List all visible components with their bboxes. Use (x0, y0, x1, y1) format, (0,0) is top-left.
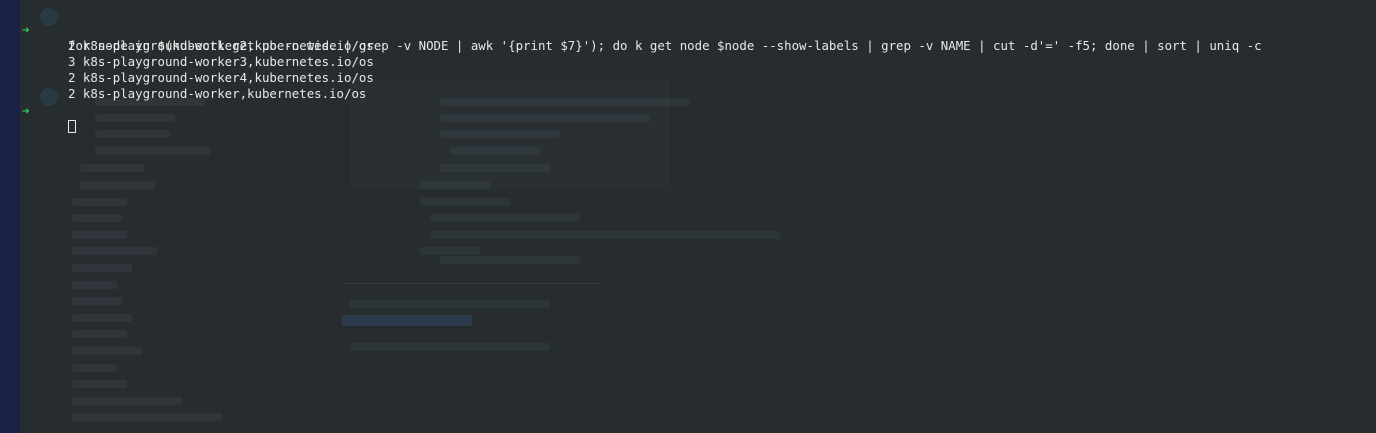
output-line: 3 k8s-playground-worker3,kubernetes.io/o… (20, 38, 1376, 69)
window-edge (0, 0, 20, 433)
ghost-tree-line (72, 297, 122, 305)
ghost-code-line (440, 114, 650, 122)
ghost-tree-line (72, 330, 127, 338)
ghost-code-line (440, 130, 560, 138)
ghost-code-line (450, 147, 540, 155)
ghost-code-line (420, 247, 480, 255)
ghost-tree-line (80, 164, 145, 172)
ghost-code-line (430, 231, 780, 239)
ghost-tree-line (72, 413, 222, 421)
ghost-code-line (440, 256, 580, 264)
ghost-tree-line (72, 264, 132, 272)
ghost-code-line (420, 181, 490, 189)
ghost-code-line (420, 198, 510, 206)
ghost-tree-line (95, 114, 175, 122)
ghost-tree-line (72, 231, 127, 239)
output-line: 2 k8s-playground-worker2,kubernetes.io/o… (20, 22, 1376, 53)
input-area[interactable] (68, 119, 76, 135)
ghost-tree-line (95, 130, 170, 138)
ghost-tree-line (72, 281, 117, 289)
ghost-tree-line (72, 214, 122, 222)
command-line: ➜ for node in $(kubectl get po -o wide |… (20, 6, 1376, 53)
ghost-tree-line (72, 247, 157, 255)
ghost-code-line (350, 300, 550, 308)
prompt-arrow-icon: ➜ (22, 103, 30, 118)
output-line: 2 k8s-playground-worker4,kubernetes.io/o… (20, 54, 1376, 85)
terminal-window[interactable]: ➜ for node in $(kubectl get po -o wide |… (20, 0, 1376, 433)
ghost-code-line (440, 164, 550, 172)
ghost-tree-line (72, 314, 132, 322)
ghost-tree-line (72, 198, 127, 206)
ghost-tree-line (95, 147, 210, 155)
ghost-tab-bar (342, 283, 602, 284)
ghost-tree-line (72, 347, 142, 355)
ghost-code-line (350, 343, 550, 351)
ghost-tree-line (72, 380, 127, 388)
text-cursor (68, 120, 76, 133)
output-line: 2 k8s-playground-worker,kubernetes.io/os (20, 70, 1376, 101)
prompt-line[interactable]: ➜ (20, 87, 1376, 133)
screen: ➜ for node in $(kubectl get po -o wide |… (0, 0, 1376, 433)
ghost-code-line (430, 214, 580, 222)
ghost-tree-line (72, 397, 182, 405)
ghost-tree-line (72, 364, 117, 372)
ghost-tree-line (80, 181, 155, 189)
ghost-selection (342, 315, 472, 326)
